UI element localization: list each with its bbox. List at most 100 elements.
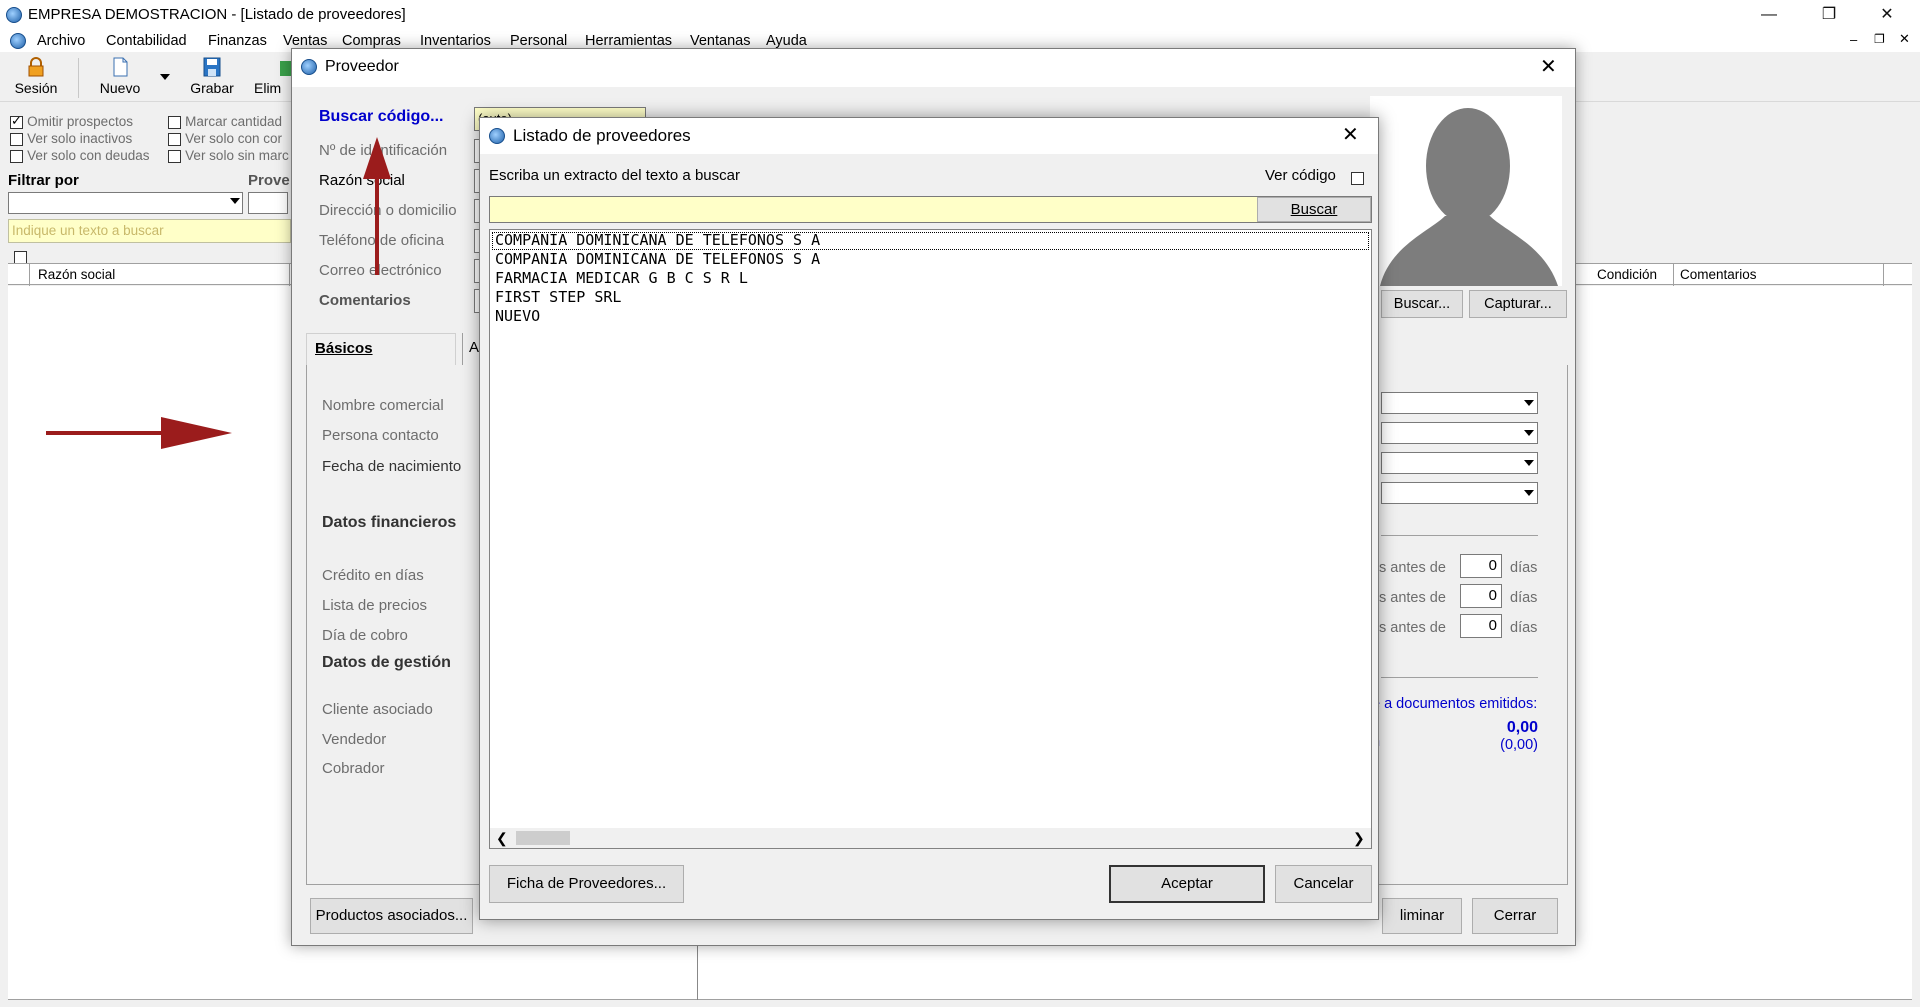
menu-ventas[interactable]: Ventas [283, 33, 327, 49]
menu-personal[interactable]: Personal [510, 33, 567, 49]
menu-contabilidad[interactable]: Contabilidad [106, 33, 187, 49]
persona-contacto-label: Persona contacto [322, 427, 439, 444]
dias-input-1[interactable]: 0 [1460, 554, 1502, 578]
list-item[interactable]: COMPANIA DOMINICANA DE TELEFONOS S A [495, 231, 820, 249]
list-item[interactable]: NUEVO [495, 307, 540, 325]
dias-input-2[interactable]: 0 [1460, 584, 1502, 608]
scroll-right-icon[interactable]: ❯ [1353, 830, 1365, 847]
menu-archivo[interactable]: Archivo [37, 33, 85, 49]
listado-search-input[interactable] [489, 196, 1372, 223]
dias-label-1: días [1510, 560, 1538, 576]
filter-omitir-prospectos[interactable]: Omitir prospectos [10, 113, 133, 130]
buscar-button[interactable]: Buscar [1257, 197, 1371, 222]
lista-precios-label: Lista de precios [322, 597, 428, 614]
system-menu-icon[interactable] [10, 33, 26, 49]
listado-title: Listado de proveedores [513, 126, 691, 145]
dias-label-2: días [1510, 590, 1538, 606]
right-select-4[interactable] [1381, 482, 1538, 504]
right-select-2[interactable] [1381, 422, 1538, 444]
menu-herramientas[interactable]: Herramientas [585, 33, 672, 49]
marcar-cantidad-checkbox[interactable] [168, 115, 181, 129]
ver-solo-con-deudas-checkbox[interactable] [10, 149, 23, 163]
filter-ver-solo-sin-marc[interactable]: Ver solo sin marc [168, 147, 289, 164]
antes-de-label-2: s antes de [1379, 590, 1446, 606]
buscar-codigo-link[interactable]: Buscar código... [319, 108, 443, 126]
column-comentarios[interactable]: Comentarios [1674, 264, 1884, 286]
right-select-1[interactable] [1381, 392, 1538, 414]
divider [1381, 535, 1538, 536]
grid-splitter[interactable] [697, 945, 698, 1000]
horizontal-scrollbar[interactable]: ❮ ❯ [490, 828, 1371, 848]
eliminar-proveedor-button[interactable]: liminar [1382, 898, 1462, 934]
proveedor-title: Proveedor [325, 58, 399, 75]
comentarios-label: Comentarios [319, 292, 411, 309]
cerrar-button[interactable]: Cerrar [1472, 898, 1558, 934]
mdi-minimize-button[interactable]: – [1850, 32, 1857, 47]
search-prompt-label: Escriba un extracto del texto a buscar [489, 167, 740, 184]
column-condicion[interactable]: Condición [1591, 264, 1674, 286]
menu-finanzas[interactable]: Finanzas [208, 33, 267, 49]
proveedor-filter-input[interactable] [248, 192, 288, 214]
menu-ayuda[interactable]: Ayuda [766, 33, 807, 49]
close-window-button[interactable]: ✕ [1864, 0, 1910, 30]
search-input[interactable]: Indique un texto a buscar [8, 219, 291, 243]
listado-close-button[interactable]: ✕ [1342, 122, 1359, 147]
datos-gestion-heading: Datos de gestión [322, 654, 451, 671]
window-title: EMPRESA DEMOSTRACION - [Listado de prove… [28, 6, 406, 23]
grid-header-selector [8, 264, 30, 286]
nuevo-dropdown-icon[interactable] [160, 74, 170, 80]
sesion-label: Sesión [14, 80, 58, 96]
filter-ver-solo-con-cor[interactable]: Ver solo con cor [168, 130, 282, 147]
capturar-foto-button[interactable]: Capturar... [1469, 290, 1567, 318]
ver-solo-sin-marc-label: Ver solo sin marc [185, 148, 289, 163]
filter-marcar-cantidad[interactable]: Marcar cantidad [168, 113, 282, 130]
filter-ver-solo-con-deudas[interactable]: Ver solo con deudas [10, 147, 150, 164]
tab-basicos-label: Básicos [315, 340, 373, 357]
ficha-proveedores-button[interactable]: Ficha de Proveedores... [489, 865, 684, 903]
right-select-3[interactable] [1381, 452, 1538, 474]
buscar-foto-button[interactable]: Buscar... [1381, 290, 1463, 318]
cobrador-label: Cobrador [322, 760, 385, 777]
menu-compras[interactable]: Compras [342, 33, 401, 49]
dias-input-3[interactable]: 0 [1460, 614, 1502, 638]
nuevo-label: Nuevo [99, 80, 141, 96]
proveedor-title-bar: Proveedor ✕ [292, 49, 1575, 87]
scrollbar-thumb[interactable] [516, 831, 570, 845]
ver-solo-sin-marc-checkbox[interactable] [168, 149, 181, 163]
mdi-restore-button[interactable]: ❐ [1874, 32, 1885, 46]
new-document-icon [109, 56, 131, 78]
sesion-button[interactable]: Sesión [10, 56, 62, 100]
aceptar-button[interactable]: Aceptar [1109, 865, 1265, 903]
ver-solo-inactivos-checkbox[interactable] [10, 132, 23, 146]
eliminar-button[interactable]: Elim [254, 56, 294, 100]
eliminar-label: Elim [254, 80, 282, 96]
column-razon-social[interactable]: Razón social [30, 264, 290, 286]
tab-basicos[interactable]: Básicos [306, 333, 456, 365]
productos-asociados-button[interactable]: Productos asociados... [310, 898, 473, 934]
scroll-left-icon[interactable]: ❮ [496, 830, 508, 847]
list-item[interactable]: FARMACIA MEDICAR G B C S R L [495, 269, 748, 287]
restore-button[interactable]: ❐ [1806, 0, 1852, 30]
menu-inventarios[interactable]: Inventarios [420, 33, 491, 49]
documentos-emitidos-link[interactable]: e a documentos emitidos: [1372, 696, 1537, 712]
mdi-close-button[interactable]: ✕ [1899, 31, 1910, 47]
nuevo-button[interactable]: Nuevo [94, 56, 146, 100]
fecha-nacimiento-label: Fecha de nacimiento [322, 458, 462, 475]
minimize-button[interactable]: — [1746, 0, 1792, 30]
filter-ver-solo-inactivos[interactable]: Ver solo inactivos [10, 130, 132, 147]
ver-codigo-checkbox[interactable] [1351, 169, 1364, 186]
proveedor-dialog-icon [301, 59, 317, 75]
menu-ventanas[interactable]: Ventanas [690, 33, 750, 49]
annotation-arrow-up [362, 137, 392, 281]
chevron-down-icon [1524, 460, 1534, 466]
list-item[interactable]: FIRST STEP SRL [495, 288, 621, 306]
grabar-button[interactable]: Grabar [186, 56, 238, 100]
cancelar-button[interactable]: Cancelar [1275, 865, 1372, 903]
proveedores-list[interactable]: COMPANIA DOMINICANA DE TELEFONOS S A COM… [489, 229, 1372, 849]
list-item[interactable]: COMPANIA DOMINICANA DE TELEFONOS S A [495, 250, 820, 268]
datos-financieros-heading: Datos financieros [322, 514, 457, 531]
filtrar-por-select[interactable] [8, 192, 243, 214]
ver-solo-con-cor-checkbox[interactable] [168, 132, 181, 146]
proveedor-close-button[interactable]: ✕ [1540, 54, 1557, 79]
omitir-prospectos-checkbox[interactable] [10, 113, 23, 129]
